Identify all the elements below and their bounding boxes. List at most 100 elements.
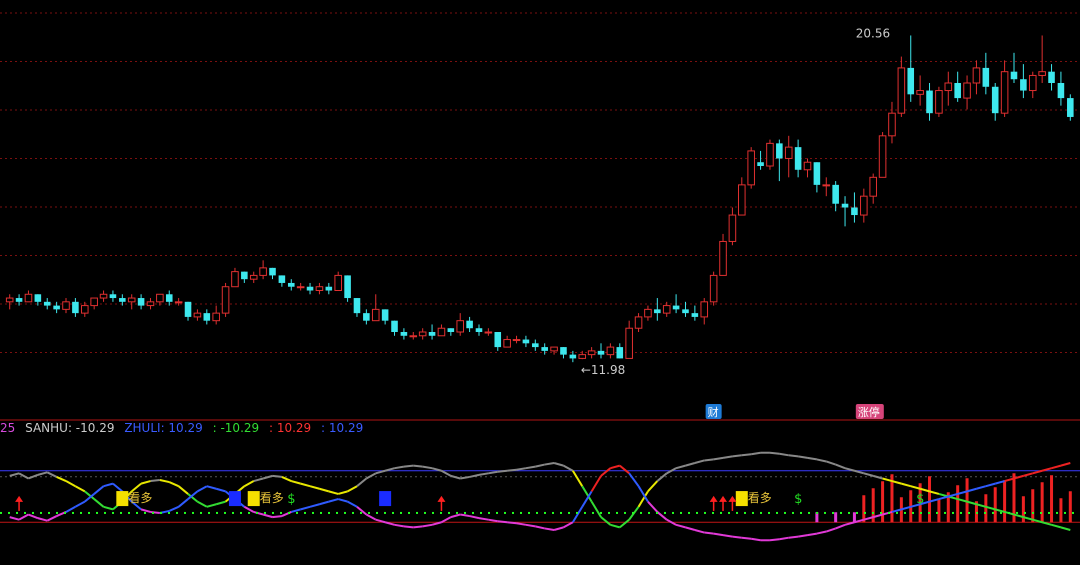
zhuli-line-segment [168,505,180,512]
candle-body [776,143,783,159]
sanhu-line-segment [590,501,602,518]
indicator-bar-red [1068,491,1072,523]
signal-dot [648,511,650,514]
sanhu-line-segment [178,485,189,495]
signal-dot [672,511,674,514]
candle-body [682,309,689,314]
candle-body [221,286,230,314]
candle-body [944,82,953,92]
zhuli-line-segment [610,464,621,470]
signal-dot [768,511,770,514]
sanhu-line-segment [159,479,170,484]
candle-body [334,274,342,291]
candle-body [691,313,699,317]
signal-dot [0,511,2,514]
candle-body [241,271,248,280]
indicator-bar-red [1031,489,1035,523]
up-arrow-head [728,495,737,502]
sanhu-line-segment [488,470,498,475]
signal-dot [416,511,418,514]
signal-dot [208,511,210,514]
zhuli-line-segment [215,487,226,493]
zhuli-line-segment [403,525,414,529]
signal-dot [120,511,122,514]
zhuli-line-segment [206,485,217,490]
indicator-bar-red [881,481,885,523]
dollar-mark: $ [794,492,802,507]
candle-body [269,267,276,276]
zhuli-line-segment [300,505,311,511]
candle-body [916,90,924,95]
candle-body [897,67,906,114]
candle-body [747,150,755,186]
signal-dot [440,511,442,514]
candle-body [972,67,981,84]
candle-body [447,328,455,332]
zhuli-line-segment [450,513,461,519]
zhuli-line-segment [525,523,536,528]
sanhu-line-segment [507,468,517,472]
candle-body [616,347,624,359]
signal-dot [496,511,498,514]
zhuli-line-segment [675,523,686,529]
candle-body [654,309,661,314]
candle-body [165,294,173,302]
signal-dot [832,511,834,514]
sanhu-line-segment [619,518,630,529]
buy-signal-box [735,491,748,507]
signal-dot [136,511,138,514]
indicator-bar-red [984,494,988,523]
signal-dot [168,511,170,514]
candle-body [560,347,567,355]
candle-body [381,309,389,321]
sanhu-line-segment [403,464,414,468]
sanhu-line-segment [779,452,789,457]
zhuli-line-segment [309,503,320,508]
candle-body [400,332,408,336]
sanhu-line-segment [140,480,151,485]
sanhu-line-segment [675,464,686,470]
candle-body [1057,83,1065,99]
candle-body [353,298,361,314]
legend-item-green: : -10.29 [212,421,260,435]
sanhu-line-segment [732,454,742,458]
signal-dot [592,511,594,514]
legend-item-0: 25 [0,421,16,435]
zhuli-line-segment [741,536,752,540]
signal-dot [664,511,666,514]
candle-body [503,339,511,348]
signal-dot [424,511,426,514]
candle-body [803,161,812,171]
zhuli-line-segment [243,505,255,513]
signal-dot [1016,511,1018,514]
signal-dot [960,511,962,514]
signal-dot [552,511,554,514]
candle-body [1038,71,1046,76]
zhuli-line-segment [65,505,76,513]
candle-body [550,346,558,352]
candle-body [315,286,324,291]
zhuli-line-segment [74,500,86,508]
candle-body [203,313,211,321]
candle-body [1020,79,1027,91]
signal-dot [240,511,242,514]
signal-label: 看多 [748,491,772,505]
sanhu-line-segment [422,465,433,470]
signal-dot [736,511,738,514]
signal-dot [744,511,746,514]
signal-dot [360,511,362,514]
sanhu-line-segment [516,467,527,471]
signal-dot [888,511,890,514]
legend-item-blue: : 10.29 [321,421,364,435]
sanhu-line-segment [413,464,423,468]
candle-body [869,176,877,197]
candle-body [841,203,849,208]
candle-body [212,312,220,322]
sanhu-line-segment [901,482,912,488]
sanhu-line-segment [206,503,217,508]
zhuli-line-segment [469,515,480,520]
zhuli-line-segment [694,529,705,534]
up-arrow-head [709,495,718,502]
signal-dot [1048,511,1050,514]
signal-dot [816,511,818,514]
